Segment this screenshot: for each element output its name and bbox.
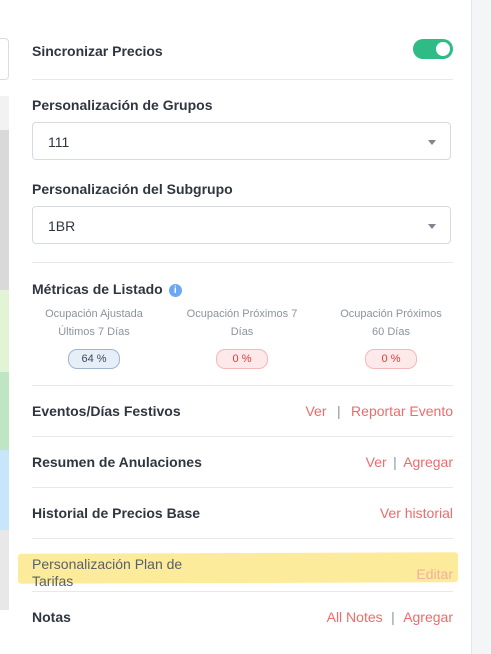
background-strip-lightgreen — [0, 290, 9, 372]
notes-actions: All Notes | Agregar — [327, 609, 453, 627]
settings-panel: Sincronizar Precios Personalización de G… — [17, 0, 459, 654]
base-price-history-label: Historial de Precios Base — [32, 505, 201, 521]
sync-prices-label: Sincronizar Precios — [32, 43, 163, 59]
info-icon[interactable]: i — [168, 284, 182, 297]
all-notes-link[interactable]: All Notes — [327, 609, 383, 625]
cancellations-actions: Ver | Agregar — [366, 454, 453, 472]
metric-occupancy-next-7: Ocupación Próximos 7 Días 0 % — [172, 305, 312, 369]
divider — [32, 79, 453, 80]
background-input-fragment — [0, 38, 9, 80]
listing-metrics-label: Métricas de Listado — [32, 281, 163, 297]
cancellations-add-link[interactable]: Agregar — [403, 454, 453, 470]
metric-occupancy-next-60: Ocupación Próximos 60 Días 0 % — [321, 305, 461, 369]
separator: | — [391, 609, 395, 625]
notes-add-link[interactable]: Agregar — [403, 609, 453, 625]
metric-label: Últimos 7 Días — [58, 326, 130, 338]
sync-prices-toggle[interactable] — [413, 39, 453, 59]
history-actions: Ver historial — [380, 505, 453, 523]
chevron-down-icon — [428, 140, 436, 145]
metric-label: Ocupación Próximos 7 — [186, 308, 298, 320]
background-strip-blue — [0, 450, 9, 530]
metric-label: Ocupación Ajustada — [45, 308, 143, 320]
metric-label: 60 Días — [372, 326, 410, 338]
background-strip-gray — [0, 96, 9, 130]
background-strip-gray3 — [0, 530, 9, 610]
rate-plan-label-line1: Personalización Plan de — [32, 556, 183, 572]
report-event-link[interactable]: Reportar Evento — [351, 403, 453, 419]
chevron-down-icon — [428, 224, 436, 229]
cancellations-summary-label: Resumen de Anulaciones — [32, 454, 202, 470]
metric-label: Días — [230, 326, 254, 338]
listing-metrics-title: Métricas de Listado i — [32, 281, 182, 297]
rate-plan-actions: Editar — [416, 566, 453, 584]
group-select-value: 111 — [48, 134, 70, 150]
group-select[interactable]: 111 — [32, 122, 451, 160]
view-history-link[interactable]: Ver historial — [380, 505, 453, 521]
panel-edge — [471, 0, 491, 654]
divider — [32, 436, 453, 437]
divider — [32, 262, 453, 263]
events-view-link[interactable]: Ver — [305, 403, 326, 419]
group-customization-label: Personalización de Grupos — [32, 97, 213, 113]
events-holidays-label: Eventos/Días Festivos — [32, 403, 181, 419]
toggle-knob — [436, 42, 450, 56]
rate-plan-label-line2: Tarifas — [32, 573, 74, 589]
rate-plan-customization-label: Personalización Plan de Tarifas — [32, 556, 182, 590]
metric-value-badge: 64 % — [68, 349, 120, 369]
subgroup-select-value: 1BR — [48, 218, 76, 234]
divider — [32, 487, 453, 488]
divider — [32, 385, 453, 386]
divider — [32, 538, 453, 539]
metric-occupancy-last-7: Ocupación Ajustada Últimos 7 Días 64 % — [24, 305, 164, 369]
events-actions: Ver | Reportar Evento — [305, 403, 453, 421]
subgroup-customization-label: Personalización del Subgrupo — [32, 181, 233, 197]
separator: | — [336, 403, 341, 419]
divider — [32, 591, 453, 592]
separator: | — [393, 454, 397, 470]
metric-label: Ocupación Próximos — [340, 308, 442, 320]
cancellations-view-link[interactable]: Ver — [366, 454, 387, 470]
metric-value-badge: 0 % — [365, 349, 417, 369]
metric-value-badge: 0 % — [216, 349, 268, 369]
rate-plan-edit-link[interactable]: Editar — [416, 566, 453, 582]
notes-label: Notas — [32, 609, 71, 625]
background-strip-gray2 — [0, 130, 9, 290]
background-strip-green — [0, 372, 9, 450]
subgroup-select[interactable]: 1BR — [32, 206, 451, 244]
